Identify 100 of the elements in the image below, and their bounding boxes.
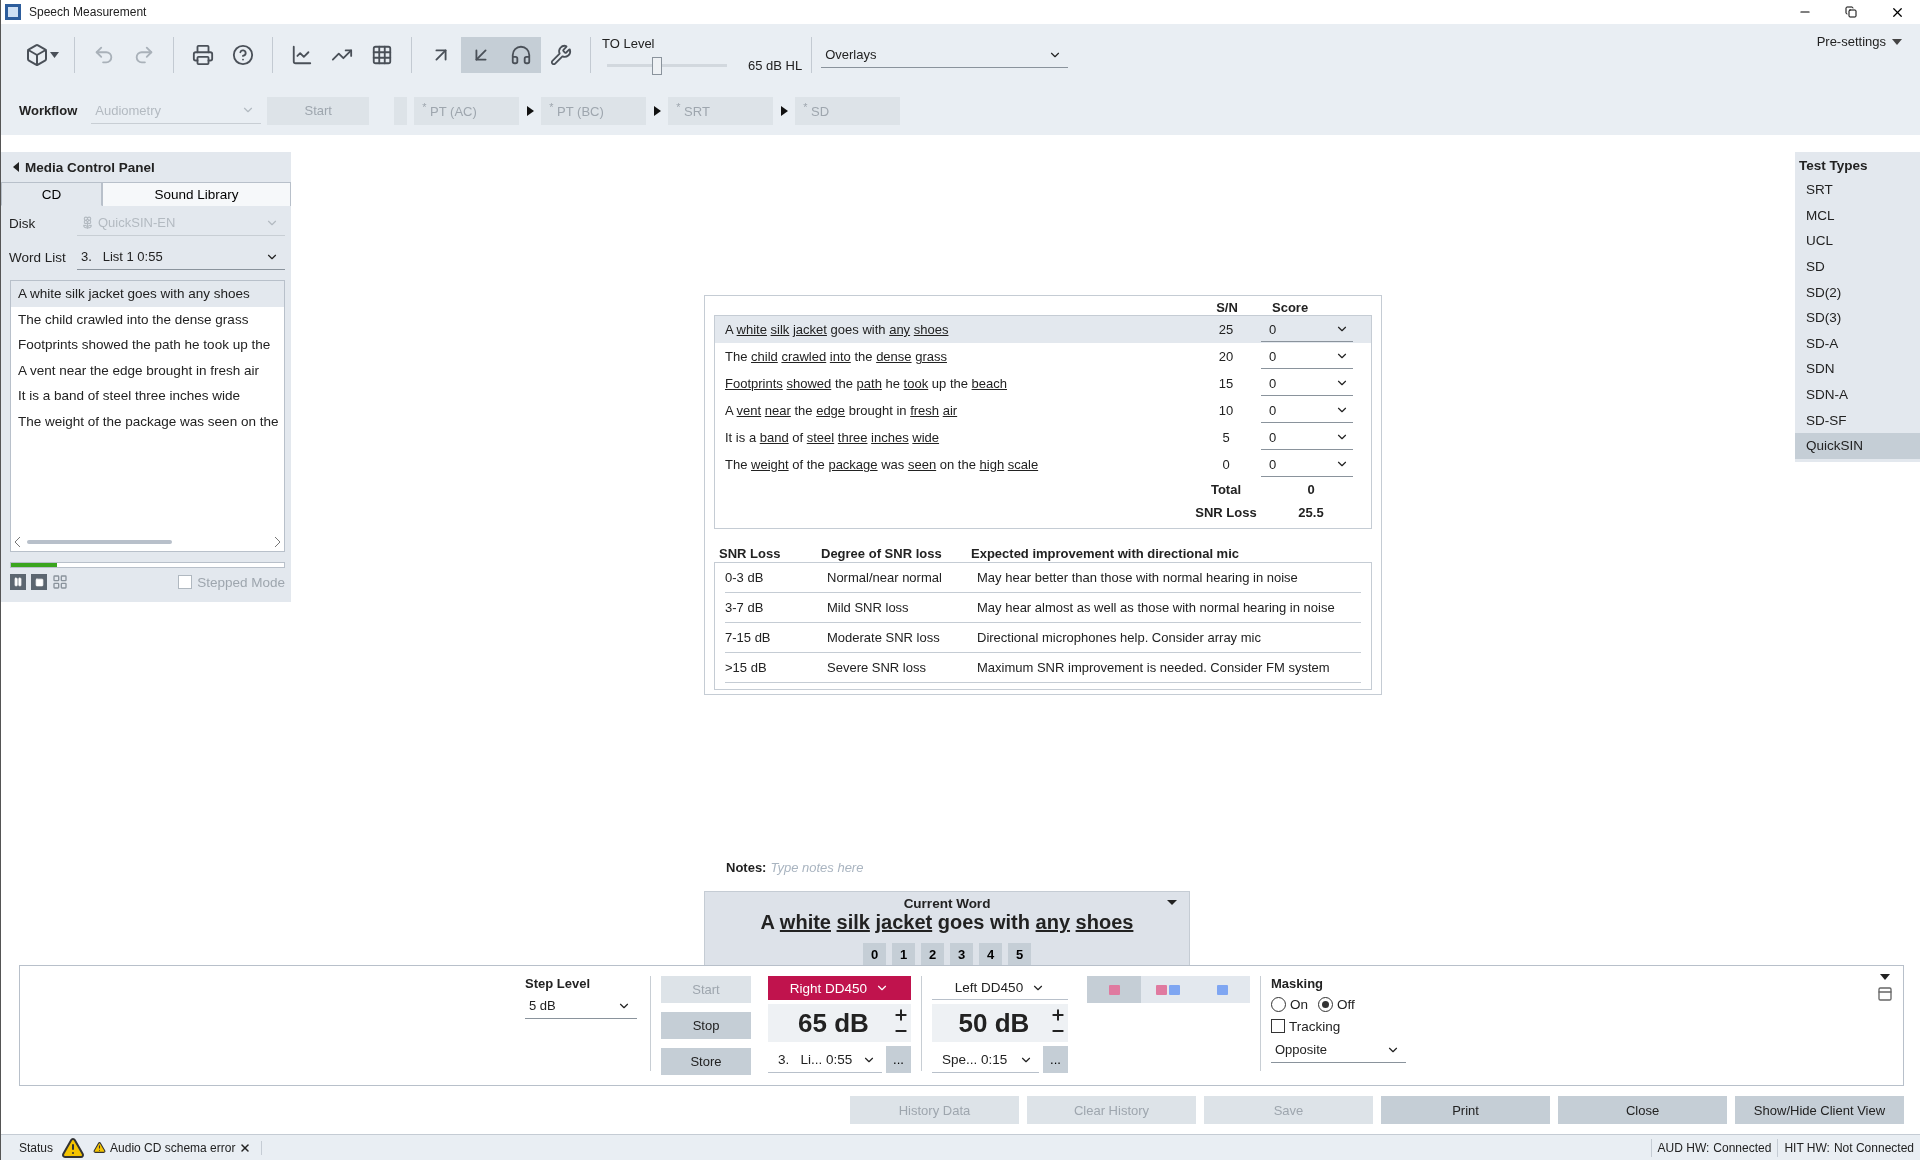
- score-button[interactable]: 4: [979, 943, 1002, 965]
- scroll-right-icon[interactable]: [274, 537, 280, 547]
- sn-cell-text: 15: [1217, 376, 1235, 392]
- test-type-item[interactable]: SDN-A: [1795, 381, 1920, 408]
- column-header: SNR Loss: [719, 546, 782, 562]
- headphones-icon: [510, 44, 532, 66]
- receive-button[interactable]: [461, 37, 501, 73]
- ear-square-icon: [1156, 984, 1168, 995]
- sentence-text: The weight of the package was seen on the high scale: [725, 457, 1040, 473]
- step-level-dropdown[interactable]: 5 dB: [525, 993, 637, 1019]
- ear-square-icon: [1217, 984, 1229, 995]
- masking-radio[interactable]: On: [1271, 996, 1308, 1012]
- result-row[interactable]: The child crawled into the dense grass 20 0: [715, 343, 1371, 371]
- sentence-list-item[interactable]: The weight of the package was seen on the: [11, 408, 284, 434]
- test-type-item[interactable]: QuickSIN: [1795, 432, 1920, 459]
- score-dropdown[interactable]: 0: [1261, 452, 1353, 477]
- score-dropdown[interactable]: 0: [1261, 344, 1353, 369]
- table-cell-text: 7-15 dB: [725, 630, 772, 645]
- undo-icon: [93, 44, 115, 66]
- to-level-reading: 65 dB HL: [748, 58, 803, 73]
- line-chart-icon: [291, 44, 313, 66]
- close-icon[interactable]: [239, 1141, 252, 1154]
- test-type-item[interactable]: SD-A: [1795, 330, 1920, 357]
- masking-mode-dropdown[interactable]: Opposite: [1271, 1037, 1406, 1063]
- window-icon[interactable]: [1877, 986, 1893, 1002]
- presettings-menu[interactable]: Pre-settings: [1816, 34, 1886, 49]
- column-header: Score: [1271, 300, 1310, 316]
- redo-icon: [133, 44, 155, 66]
- footer-button[interactable]: Close: [1558, 1096, 1727, 1124]
- panel-tab[interactable]: Sound Library: [102, 182, 291, 206]
- status-message: Audio CD schema error: [110, 1140, 236, 1155]
- word-list-dropdown[interactable]: 3. List 1 0:55: [77, 244, 285, 270]
- footer-button[interactable]: Print: [1381, 1096, 1550, 1124]
- action-button[interactable]: Store: [661, 1048, 751, 1075]
- sentence-list-item[interactable]: The child crawled into the dense grass: [11, 306, 284, 332]
- plus-icon[interactable]: [893, 1007, 909, 1023]
- table-cell-text: >15 dB: [725, 660, 768, 675]
- table-cell-text: Normal/near normal: [827, 570, 943, 585]
- sentence-text: It is a band of steel three inches wide: [725, 430, 941, 446]
- score-button[interactable]: 0: [863, 943, 886, 965]
- sentence-list-item[interactable]: A vent near the edge brought in fresh air: [11, 357, 284, 383]
- masking-radio[interactable]: Off: [1318, 996, 1355, 1012]
- test-type-item[interactable]: SRT: [1795, 177, 1920, 203]
- notes-field[interactable]: Type notes here: [770, 859, 1071, 875]
- list-dropdown[interactable]: Spe... 0:15: [932, 1047, 1039, 1073]
- transducer-dropdown[interactable]: Right DD450: [768, 976, 911, 1000]
- sn-cell-text: 25: [1217, 322, 1235, 338]
- headphones-button[interactable]: [501, 37, 541, 73]
- sn-cell-text: 5: [1221, 430, 1231, 446]
- score-dropdown[interactable]: 0: [1261, 317, 1353, 342]
- slider-thumb[interactable]: [652, 56, 663, 75]
- score-dropdown[interactable]: 0: [1261, 425, 1353, 450]
- caret-icon[interactable]: [1880, 974, 1890, 980]
- grid-icon[interactable]: [52, 574, 68, 590]
- score-button[interactable]: 3: [950, 943, 973, 965]
- tracking-checkbox[interactable]: Tracking: [1271, 1018, 1341, 1034]
- column-header: S/N: [1215, 300, 1239, 316]
- test-type-item[interactable]: SD-SF: [1795, 407, 1920, 433]
- test-type-item[interactable]: SDN: [1795, 356, 1920, 382]
- stop-button[interactable]: [31, 574, 47, 590]
- score-dropdown[interactable]: 0: [1261, 398, 1353, 423]
- more-button[interactable]: ...: [886, 1046, 911, 1073]
- workflow-label: Workflow: [19, 103, 78, 118]
- score-dropdown[interactable]: 0: [1261, 371, 1353, 396]
- test-type-item[interactable]: SD(2): [1795, 279, 1920, 305]
- stop-icon: [34, 577, 44, 587]
- result-row[interactable]: It is a band of steel three inches wide 5 0: [715, 424, 1371, 452]
- scroll-left-icon[interactable]: [15, 537, 21, 547]
- score-button[interactable]: 2: [921, 943, 944, 965]
- panel-tab[interactable]: CD: [1, 182, 102, 206]
- hardware-status: Connected: [1713, 1140, 1772, 1155]
- plus-icon[interactable]: [1050, 1007, 1066, 1023]
- collapse-arrow-icon[interactable]: [13, 162, 19, 172]
- footer-button[interactable]: Show/Hide Client View: [1735, 1096, 1904, 1124]
- more-button[interactable]: ...: [1043, 1046, 1068, 1073]
- to-level-label: TO Level: [602, 35, 656, 51]
- caret-icon: [1892, 38, 1902, 45]
- sn-cell-text: 0: [1221, 457, 1231, 473]
- test-type-item[interactable]: SD: [1795, 253, 1920, 280]
- caret-icon[interactable]: [1167, 900, 1177, 905]
- overlays-dropdown[interactable]: Overlays: [821, 42, 1069, 68]
- pause-button[interactable]: [10, 574, 26, 590]
- sentence-list-item[interactable]: A white silk jacket goes with any shoes: [11, 281, 284, 307]
- panel-title: Test Types: [1798, 157, 1869, 175]
- wrench-icon: [550, 44, 572, 66]
- result-row[interactable]: A vent near the edge brought in fresh air 10 0: [715, 397, 1371, 425]
- test-type-item[interactable]: MCL: [1795, 202, 1920, 229]
- result-row[interactable]: The weight of the package was seen on the high scale 0 0: [715, 451, 1371, 479]
- result-row[interactable]: Footprints showed the path he took up the beach 15 0: [715, 370, 1371, 398]
- total-value: 0: [1306, 482, 1316, 498]
- sentence-list-item[interactable]: It is a band of steel three inches wide: [11, 383, 284, 409]
- result-row[interactable]: A white silk jacket goes with any shoes 25 0: [715, 316, 1371, 344]
- list-dropdown[interactable]: 3. Li... 0:55: [768, 1047, 882, 1073]
- grid-chart-icon: [371, 44, 393, 66]
- action-button[interactable]: Stop: [661, 1012, 751, 1039]
- score-button[interactable]: 5: [1008, 943, 1031, 965]
- test-type-item[interactable]: UCL: [1795, 228, 1920, 254]
- test-type-item[interactable]: SD(3): [1795, 304, 1920, 331]
- sentence-list-item[interactable]: Footprints showed the path he took up the: [11, 332, 284, 358]
- score-button[interactable]: 1: [892, 943, 915, 965]
